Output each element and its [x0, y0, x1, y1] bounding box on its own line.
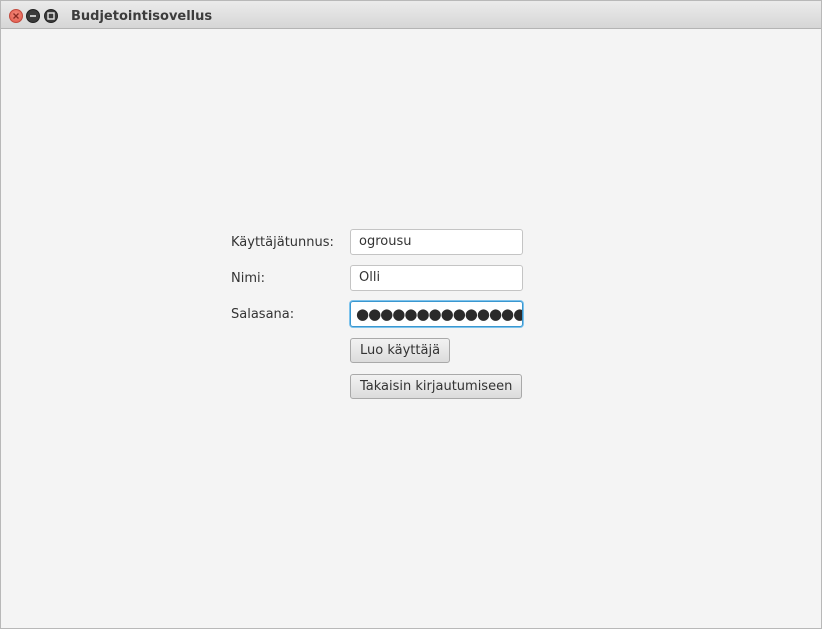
username-input[interactable]: ogrousu — [350, 229, 523, 255]
username-label: Käyttäjätunnus: — [231, 235, 334, 250]
name-label: Nimi: — [231, 271, 265, 286]
username-value: ogrousu — [359, 234, 412, 249]
app-window: Budjetointisovellus Käyttäjätunnus: ogro… — [0, 0, 822, 629]
name-value: Olli — [359, 270, 381, 285]
minimize-window-button[interactable] — [26, 9, 40, 23]
close-icon — [13, 13, 19, 19]
back-to-login-button[interactable]: Takaisin kirjautumiseen — [350, 374, 523, 399]
close-window-button[interactable] — [9, 9, 23, 23]
maximize-icon — [47, 12, 55, 20]
password-label: Salasana: — [231, 307, 295, 322]
title-bar[interactable]: Budjetointisovellus — [1, 1, 821, 29]
name-input[interactable]: Olli — [350, 265, 523, 291]
window-title: Budjetointisovellus — [71, 9, 213, 24]
create-user-button[interactable]: Luo käyttäjä — [350, 338, 451, 363]
maximize-window-button[interactable] — [44, 9, 58, 23]
password-mask: ●●●●●●●●●●●●●● — [356, 305, 523, 323]
minimize-icon — [30, 15, 36, 17]
password-input[interactable]: ●●●●●●●●●●●●●● — [350, 301, 523, 327]
